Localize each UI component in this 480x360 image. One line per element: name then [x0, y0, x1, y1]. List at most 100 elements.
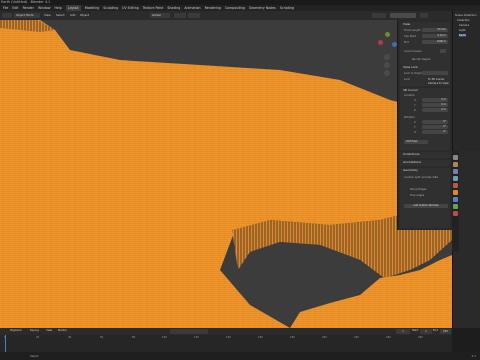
- transform-orientation-dropdown[interactable]: Global: [150, 13, 170, 18]
- rot-z-label: Z: [414, 131, 416, 134]
- snap-toggle[interactable]: [174, 13, 186, 18]
- overlays-button[interactable]: [372, 13, 386, 18]
- clip-start-field[interactable]: 0.01 m: [422, 34, 448, 38]
- current-frame-field[interactable]: 1: [396, 329, 410, 334]
- gizmo-x-axis-icon[interactable]: [378, 40, 383, 45]
- cursor-loc-y-field[interactable]: 0 m: [422, 103, 448, 107]
- outliner-item-camera[interactable]: Camera: [459, 24, 469, 27]
- navigation-gizmo[interactable]: [378, 32, 398, 52]
- proportional-edit-toggle[interactable]: [188, 13, 200, 18]
- custom-normals-label: Custom split normals data: [404, 176, 439, 179]
- tick-label: 200: [322, 336, 327, 339]
- pan-icon[interactable]: [384, 62, 390, 68]
- start-frame-field[interactable]: 1: [420, 329, 432, 334]
- viewport-header: Object Mode View Select Add Object Globa…: [0, 11, 452, 20]
- lock-label: Lock: [404, 78, 410, 81]
- tick-label: 240: [386, 336, 391, 339]
- timeline-playback-menu[interactable]: Playback: [10, 329, 22, 332]
- shading-mode-buttons[interactable]: [390, 13, 416, 18]
- data-tab-icon[interactable]: [453, 204, 458, 209]
- outliner-item-scene-collection[interactable]: Scene Collection: [455, 14, 477, 17]
- zoom-icon[interactable]: [384, 54, 390, 60]
- collections-section[interactable]: Collections: [400, 152, 450, 158]
- status-left-text: Select: [30, 354, 39, 358]
- outliner-panel: Scene Collection Collection Camera Light…: [452, 11, 480, 151]
- location-label: Location: [404, 94, 415, 97]
- lock-to-object-field[interactable]: [422, 71, 448, 75]
- rotation-mode-dropdown[interactable]: XYZ Euler: [404, 140, 428, 144]
- playback-controls[interactable]: [170, 329, 208, 334]
- sidebar-n-panel: View Focal Length 50 mm Clip Start 0.01 …: [397, 20, 453, 230]
- camera-view-icon[interactable]: [384, 70, 390, 76]
- local-camera-toggle[interactable]: [440, 49, 446, 53]
- clip-end-label: End: [404, 41, 409, 44]
- timeline-header: Playback Keying View Marker 1 Start 1 En…: [0, 328, 452, 335]
- lock-to-object-label: Lock to Object: [404, 72, 423, 75]
- material-tab-icon[interactable]: [453, 211, 458, 216]
- end-frame-field[interactable]: 250: [440, 329, 451, 334]
- free-edges-checkbox[interactable]: Free edges: [410, 194, 424, 197]
- add-custom-normals-button[interactable]: Add Custom Normals: [404, 204, 448, 208]
- modifier-tab-icon[interactable]: [453, 197, 458, 202]
- tick-label: 80: [132, 336, 136, 339]
- editor-type-button[interactable]: [2, 13, 12, 18]
- lock-3d-cursor-checkbox[interactable]: To 3D Cursor: [428, 78, 445, 81]
- loc-x-label: X: [414, 99, 416, 102]
- annotations-section[interactable]: Annotations: [400, 160, 450, 166]
- timeline-keying-menu[interactable]: Keying: [30, 329, 39, 332]
- cursor-loc-x-field[interactable]: 0 m: [422, 98, 448, 102]
- playhead[interactable]: [5, 335, 6, 352]
- view-section-header[interactable]: View: [400, 22, 450, 27]
- output-tab-icon[interactable]: [453, 169, 458, 174]
- menu-add[interactable]: Add: [70, 13, 75, 17]
- menu-object[interactable]: Object: [80, 13, 89, 17]
- tick-label: 120: [194, 336, 199, 339]
- rot-y-label: Y: [414, 126, 416, 129]
- cursor-rot-y-field[interactable]: 0°: [422, 125, 448, 129]
- outliner-item-collection[interactable]: Collection: [457, 19, 470, 22]
- annotations-header[interactable]: Annotations: [400, 160, 450, 165]
- tick-label: 100: [162, 336, 167, 339]
- status-version: 4.1: [471, 354, 476, 358]
- lock-camera-checkbox[interactable]: Camera to View: [428, 82, 449, 85]
- window-title: Earth (Untitled) - Blender 4.1: [1, 0, 51, 4]
- focal-length-field[interactable]: 50 mm: [422, 28, 448, 32]
- loc-z-label: Z: [414, 109, 416, 112]
- shading-options-button[interactable]: [420, 13, 428, 18]
- tick-label: 60: [100, 336, 104, 339]
- clip-end-field[interactable]: 1000 m: [422, 40, 448, 44]
- geometry-header[interactable]: Geometry: [400, 168, 450, 173]
- menu-select[interactable]: Select: [56, 13, 65, 17]
- render-tab-icon[interactable]: [453, 162, 458, 167]
- timeline-track[interactable]: 0 20 40 60 80 100 120 140 160 180 200 22…: [0, 335, 452, 352]
- mode-dropdown[interactable]: Object Mode: [14, 13, 40, 18]
- end-label: End: [433, 329, 438, 332]
- focal-length-label: Focal Length: [404, 29, 421, 32]
- world-tab-icon[interactable]: [453, 183, 458, 188]
- rot-x-label: X: [414, 121, 416, 124]
- tick-label: 260: [418, 336, 423, 339]
- 3d-viewport[interactable]: [0, 20, 452, 328]
- tool-tab-icon[interactable]: [453, 155, 458, 160]
- tick-label: 220: [354, 336, 359, 339]
- cursor-rot-x-field[interactable]: 0°: [422, 120, 448, 124]
- tick-label: 160: [258, 336, 263, 339]
- sharp-edges-checkbox[interactable]: Sharp Edges: [410, 188, 426, 191]
- tick-label: 140: [226, 336, 231, 339]
- view-lock-header[interactable]: View Lock: [400, 65, 418, 70]
- 3d-cursor-header[interactable]: 3D Cursor: [400, 88, 450, 93]
- timeline-marker-menu[interactable]: Marker: [58, 329, 67, 332]
- collections-header[interactable]: Collections: [400, 152, 450, 157]
- gizmo-y-axis-icon[interactable]: [385, 32, 390, 37]
- menu-view[interactable]: View: [44, 13, 51, 17]
- outliner-item-earth[interactable]: Earth: [459, 34, 466, 37]
- render-region-checkbox[interactable]: Render Region: [412, 58, 431, 61]
- clip-start-label: Clip Start: [404, 35, 417, 38]
- cursor-rot-z-field[interactable]: 0°: [422, 130, 448, 134]
- timeline-view-menu[interactable]: View: [46, 329, 52, 332]
- outliner-item-light[interactable]: Light: [459, 29, 465, 32]
- tick-label: 180: [290, 336, 295, 339]
- cursor-loc-z-field[interactable]: 0 m: [422, 108, 448, 112]
- scene-tab-icon[interactable]: [453, 176, 458, 181]
- object-tab-icon[interactable]: [453, 190, 458, 195]
